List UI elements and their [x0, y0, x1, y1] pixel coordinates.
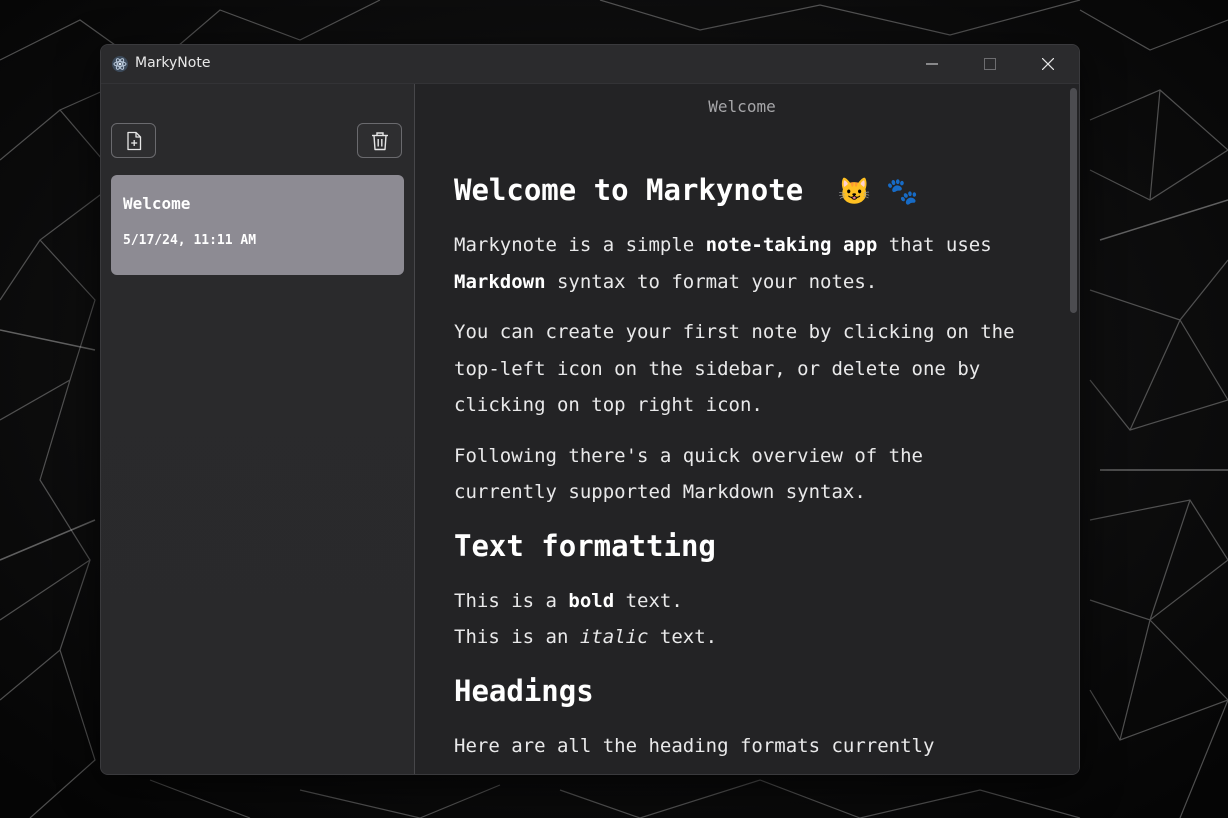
file-plus-icon	[127, 131, 142, 151]
note-header-title: Welcome	[708, 97, 776, 116]
editor-scrollbar[interactable]	[1069, 84, 1079, 774]
maximize-button[interactable]	[961, 45, 1019, 83]
markdown-editor[interactable]: Welcome Welcome to Markynote 😺 🐾 Markyno…	[415, 84, 1079, 774]
note-list-item[interactable]: Welcome 5/17/24, 11:11 AM	[111, 175, 404, 275]
minimize-button[interactable]	[903, 45, 961, 83]
heading-welcome: Welcome to Markynote 😺 🐾	[454, 173, 919, 207]
app-logo-icon	[112, 56, 128, 72]
paragraph-intro: Markynote is a simple note-taking app th…	[454, 234, 992, 293]
app-window: MarkyNote Welcome 5/17/24, 11:11 AM Welc…	[100, 44, 1080, 775]
maximize-icon	[984, 58, 996, 70]
paragraph-formatting-examples: This is a bold text. This is an italic te…	[454, 589, 718, 649]
window-title: MarkyNote	[135, 55, 211, 71]
paragraph-overview: Following there's a quick overview of th…	[454, 444, 923, 504]
paragraph-headings-partial: Here are all the heading formats current…	[454, 734, 935, 757]
paragraph-create-note: You can create your first note by clicki…	[454, 321, 1015, 416]
new-note-button[interactable]	[111, 123, 156, 158]
delete-note-button[interactable]	[357, 123, 402, 158]
cat-paw-emoji: 😺 🐾	[838, 177, 919, 207]
heading-headings: Headings	[454, 673, 594, 708]
editor-content[interactable]: Welcome to Markynote 😺 🐾 Markynote is a …	[454, 169, 1034, 774]
trash-icon	[372, 132, 388, 151]
minimize-icon	[926, 63, 938, 65]
heading-text-formatting: Text formatting	[454, 528, 716, 563]
note-date: 5/17/24, 11:11 AM	[123, 233, 257, 248]
sidebar: Welcome 5/17/24, 11:11 AM	[101, 84, 415, 774]
title-bar[interactable]: MarkyNote	[101, 45, 1079, 84]
scrollbar-thumb[interactable]	[1070, 88, 1077, 313]
close-button[interactable]	[1019, 45, 1077, 83]
close-icon	[1042, 58, 1054, 70]
note-title: Welcome	[123, 194, 191, 213]
